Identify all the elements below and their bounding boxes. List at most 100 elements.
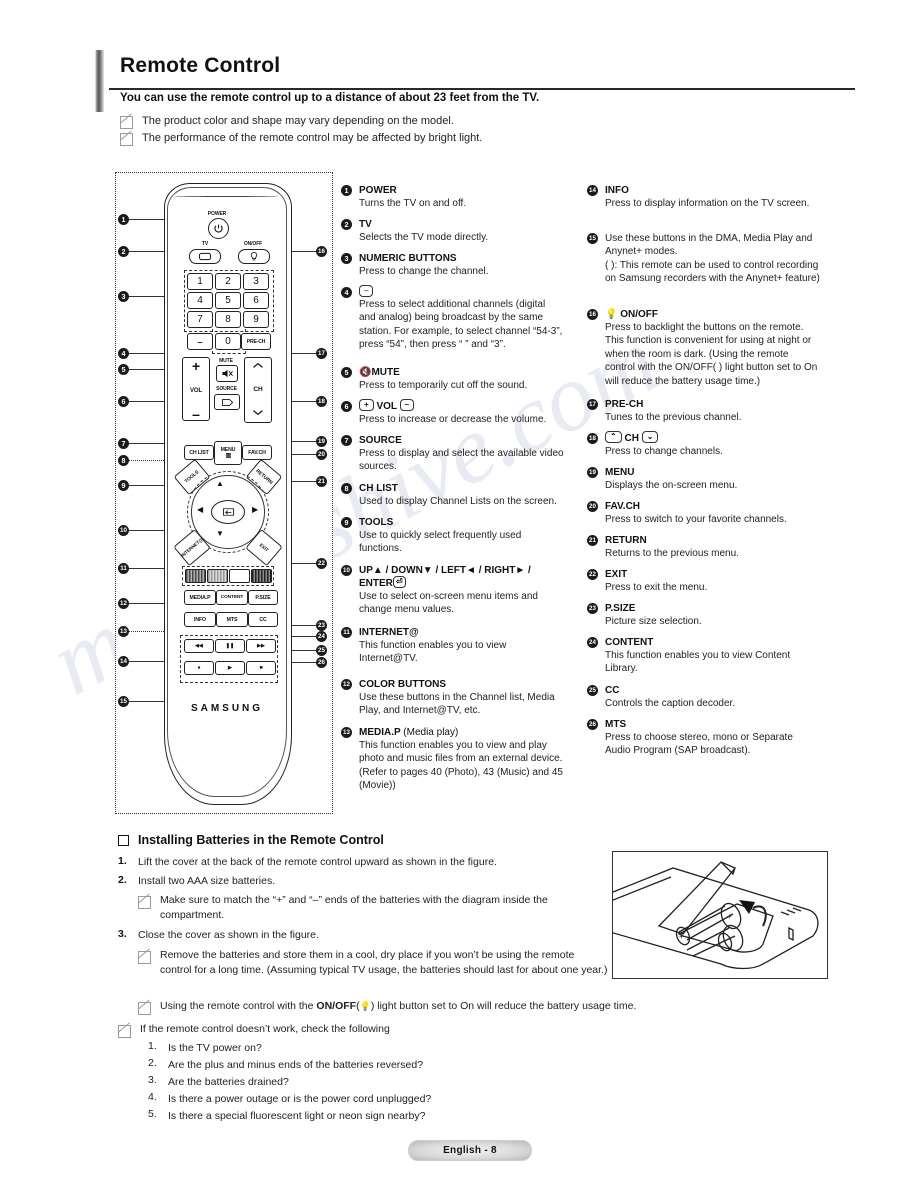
description-item-21: 21 RETURN Returns to the previous menu. [587, 534, 820, 560]
remote-marker-25: 25 [316, 645, 327, 656]
description-text: Use these buttons in the DMA, Media Play… [605, 233, 820, 285]
description-item-25: 25 CC Controls the caption decoder. [587, 684, 820, 710]
description-number: 3 [341, 253, 352, 264]
volume-down-icon[interactable]: – [192, 407, 200, 421]
description-title: RETURN [605, 535, 647, 546]
fast-forward-button[interactable]: ▶▶ [246, 639, 276, 653]
key-9[interactable]: 9 [243, 311, 269, 328]
key-4[interactable]: 4 [187, 292, 213, 309]
description-text: Press to choose stereo, mono or Separate… [605, 732, 793, 757]
fav-ch-button[interactable]: FAV.CH [242, 445, 272, 460]
ch-list-button[interactable]: CH LIST [184, 445, 214, 460]
description-number: 2 [341, 219, 352, 230]
p-size-button[interactable]: P.SIZE [248, 590, 278, 605]
battery-step-1: 1. Lift the cover at the back of the rem… [118, 855, 598, 870]
remote-marker-9: 9 [118, 480, 129, 491]
volume-up-icon[interactable]: + [192, 359, 200, 373]
description-number: 11 [341, 627, 352, 638]
description-text: Controls the caption decoder. [605, 698, 736, 709]
color-button-blue[interactable] [251, 569, 272, 583]
dash-key[interactable]: – [187, 333, 213, 350]
description-number: 19 [587, 467, 598, 478]
description-title: CH LIST [359, 483, 398, 494]
volume-rocker[interactable]: + VOL – [182, 357, 210, 421]
item-text: Is there a special fluorescent light or … [168, 1110, 426, 1122]
note-text: Make sure to match the “+” and “–” ends … [160, 894, 548, 921]
lightbulb-glyph-icon: 💡 [359, 1001, 371, 1011]
item-number: 5. [148, 1108, 157, 1120]
description-number: 13 [341, 727, 352, 738]
description-text: Press to temporarily cut off the sound. [359, 380, 528, 391]
description-title: POWER [359, 185, 397, 196]
channel-rocker[interactable]: CH [244, 357, 272, 423]
description-title: UP▲ / DOWN▼ / LEFT◄ / RIGHT► / ENTER ⏎ [359, 565, 531, 589]
remote-marker-26: 26 [316, 657, 327, 668]
power-button[interactable] [208, 218, 229, 239]
note-icon [120, 116, 133, 129]
key-1[interactable]: 1 [187, 273, 213, 290]
dpad-down-icon[interactable]: ▼ [216, 529, 224, 538]
channel-down-icon[interactable] [252, 409, 264, 418]
description-text: Press to increase or decrease the volume… [359, 414, 547, 425]
menu-button[interactable]: MENU ▥ [214, 441, 242, 465]
source-button[interactable] [214, 394, 240, 410]
key-3[interactable]: 3 [243, 273, 269, 290]
description-item-20: 20 FAV.CH Press to switch to your favori… [587, 500, 820, 526]
mute-button[interactable] [216, 365, 238, 382]
color-button-yellow[interactable] [229, 569, 250, 583]
key-0[interactable]: 0 [215, 333, 241, 350]
item-number: 2. [148, 1057, 157, 1069]
info-button[interactable]: INFO [184, 612, 216, 627]
description-number: 14 [587, 185, 598, 196]
pre-ch-button[interactable]: PRE-CH [241, 333, 271, 350]
dpad-right-icon[interactable]: ▶ [252, 505, 258, 514]
remote-top-seam [174, 196, 278, 197]
note-icon [138, 951, 151, 964]
tv-button[interactable] [189, 249, 221, 264]
key-5[interactable]: 5 [215, 292, 241, 309]
description-number: 5 [341, 367, 352, 378]
color-button-green[interactable] [207, 569, 228, 583]
description-item-26: 26 MTS Press to choose stereo, mono or S… [587, 718, 820, 758]
description-title: TV [359, 219, 372, 230]
cc-button[interactable]: CC [248, 612, 278, 627]
key-8[interactable]: 8 [215, 311, 241, 328]
description-item-8: 8 CH LIST Used to display Channel Lists … [341, 482, 564, 508]
rewind-button[interactable]: ◀◀ [184, 639, 214, 653]
step-text: Close the cover as shown in the figure. [138, 929, 319, 941]
lightbulb-icon [250, 251, 258, 261]
description-text: Used to display Channel Lists on the scr… [359, 496, 557, 507]
pause-button[interactable]: ❚❚ [215, 639, 245, 653]
step-number: 3. [118, 928, 127, 940]
description-number: 10 [341, 565, 352, 576]
description-text: Turns the TV on and off. [359, 198, 467, 209]
description-title: 🔇MUTE [359, 367, 400, 378]
svg-text:+: + [727, 912, 732, 921]
key-2[interactable]: 2 [215, 273, 241, 290]
channel-up-icon[interactable] [252, 362, 264, 371]
key-6[interactable]: 6 [243, 292, 269, 309]
dpad-left-icon[interactable]: ◀ [197, 505, 203, 514]
dpad-up-icon[interactable]: ▲ [216, 479, 224, 488]
description-title: SOURCE [359, 435, 402, 446]
description-title: MENU [605, 467, 635, 478]
description-text: Press to change the channel. [359, 266, 489, 277]
enter-button[interactable] [211, 500, 245, 524]
play-button[interactable]: ▶ [215, 661, 245, 675]
description-text: Use these buttons in the Channel list, M… [359, 692, 555, 717]
content-button[interactable]: CONTENT [216, 590, 248, 605]
description-title: EXIT [605, 569, 628, 580]
ch-label: CH [253, 386, 263, 393]
description-text: Press to display and select the availabl… [359, 448, 564, 473]
color-button-red[interactable] [185, 569, 206, 583]
key-7[interactable]: 7 [187, 311, 213, 328]
record-button[interactable]: ● [184, 661, 214, 675]
mts-button[interactable]: MTS [216, 612, 248, 627]
remote-marker-19: 19 [316, 436, 327, 447]
stop-button[interactable]: ■ [246, 661, 276, 675]
media-p-button[interactable]: MEDIA.P [184, 590, 216, 605]
item-number: 1. [148, 1040, 157, 1052]
description-title: ⌃ CH ⌄ [605, 431, 659, 444]
mute-glyph-icon: 🔇 [359, 367, 372, 378]
onoff-light-button[interactable] [238, 249, 270, 264]
